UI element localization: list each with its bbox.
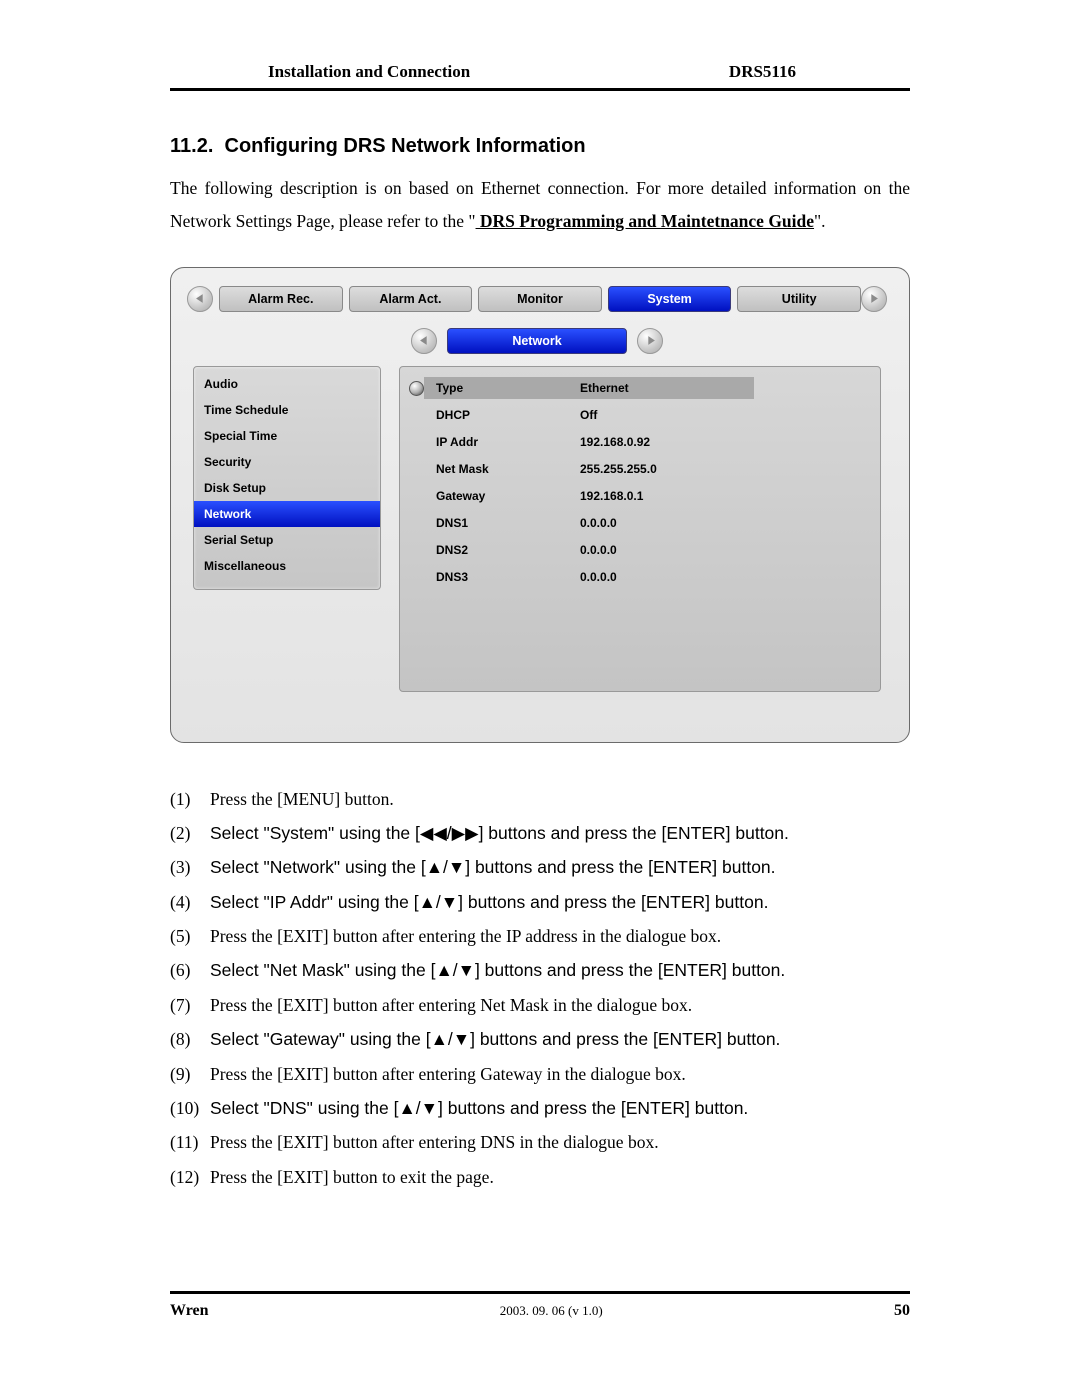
step-item: (6)Select "Net Mask" using the [▲/▼] but… [170,954,910,986]
field-row-dns2[interactable]: DNS2 0.0.0.0 [400,537,880,564]
step-item: (4)Select "IP Addr" using the [▲/▼] butt… [170,886,910,918]
header-right: DRS5116 [729,62,906,82]
subtab-scroll-left-button[interactable] [411,328,437,354]
sidebar-item-security[interactable]: Security [194,449,380,475]
tab-alarm-rec[interactable]: Alarm Rec. [219,286,343,312]
cursor-icon [400,381,424,396]
sidebar-item-audio[interactable]: Audio [194,371,380,397]
page-footer: Wren 2003. 09. 06 (v 1.0) 50 [170,1302,910,1320]
header-left: Installation and Connection [268,62,470,82]
intro-paragraph: The following description is on based on… [170,172,910,239]
step-item: (5)Press the [EXIT] button after enterin… [170,920,910,952]
field-row-ip-addr[interactable]: IP Addr 192.168.0.92 [400,429,880,456]
field-row-dns3[interactable]: DNS3 0.0.0.0 [400,564,880,591]
sidebar-item-special-time[interactable]: Special Time [194,423,380,449]
step-item: (8)Select "Gateway" using the [▲/▼] butt… [170,1023,910,1055]
guide-link[interactable]: DRS Programming and Maintetnance Guide [476,211,815,231]
subtab-scroll-right-button[interactable] [637,328,663,354]
field-row-dhcp[interactable]: DHCP Off [400,402,880,429]
sidebar-item-time-schedule[interactable]: Time Schedule [194,397,380,423]
step-item: (11)Press the [EXIT] button after enteri… [170,1126,910,1158]
sidebar-item-disk-setup[interactable]: Disk Setup [194,475,380,501]
subtab-network[interactable]: Network [447,328,627,354]
subtab-row: Network [187,324,887,358]
footer-date: 2003. 09. 06 (v 1.0) [500,1303,603,1319]
sidebar-item-network[interactable]: Network [194,501,380,527]
page-header: Installation and Connection DRS5116 [170,62,910,91]
footer-page-number: 50 [894,1302,910,1320]
step-item: (7)Press the [EXIT] button after enterin… [170,989,910,1021]
tabs-scroll-right-button[interactable] [861,286,887,312]
step-item: (12)Press the [EXIT] button to exit the … [170,1161,910,1193]
step-item: (3)Select "Network" using the [▲/▼] butt… [170,851,910,883]
settings-screenshot: Alarm Rec. Alarm Act. Monitor System Uti… [170,267,910,743]
sidebar-item-miscellaneous[interactable]: Miscellaneous [194,553,380,579]
tabs-row: Alarm Rec. Alarm Act. Monitor System Uti… [187,282,887,316]
sidebar-item-serial-setup[interactable]: Serial Setup [194,527,380,553]
tab-monitor[interactable]: Monitor [478,286,602,312]
field-row-net-mask[interactable]: Net Mask 255.255.255.0 [400,456,880,483]
footer-brand: Wren [170,1302,209,1320]
field-row-type[interactable]: Type Ethernet [400,375,880,402]
tabs-scroll-left-button[interactable] [187,286,213,312]
steps-list: (1)Press the [MENU] button. (2)Select "S… [170,783,910,1194]
footer-rule [170,1291,910,1302]
step-item: (2)Select "System" using the [◀◀/▶▶] but… [170,817,910,849]
section-title: 11.2. Configuring DRS Network Informatio… [170,135,910,158]
step-item: (9)Press the [EXIT] button after enterin… [170,1058,910,1090]
field-row-gateway[interactable]: Gateway 192.168.0.1 [400,483,880,510]
tab-system[interactable]: System [608,286,732,312]
tab-utility[interactable]: Utility [737,286,861,312]
sidebar: Audio Time Schedule Special Time Securit… [193,366,381,590]
tab-alarm-act[interactable]: Alarm Act. [349,286,473,312]
content-panel: Type Ethernet DHCP Off IP Addr 192.168.0… [399,366,881,692]
step-item: (10)Select "DNS" using the [▲/▼] buttons… [170,1092,910,1124]
step-item: (1)Press the [MENU] button. [170,783,910,815]
field-row-dns1[interactable]: DNS1 0.0.0.0 [400,510,880,537]
